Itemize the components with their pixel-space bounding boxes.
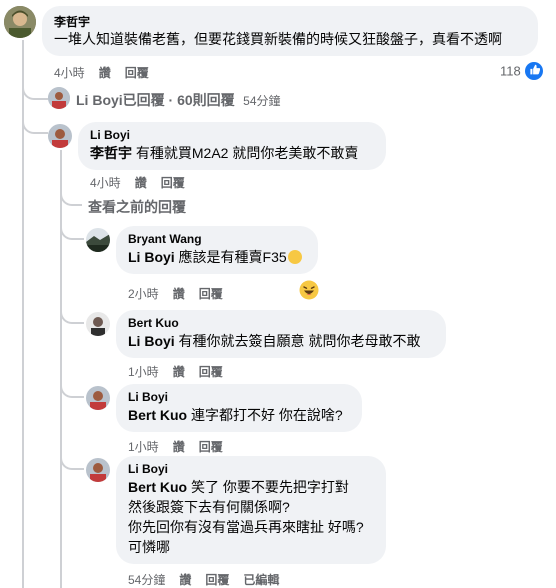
like-button[interactable]: 讚 — [99, 66, 111, 80]
comment-time[interactable]: 54分鐘 — [128, 573, 165, 587]
comment-bubble: Bryant Wang Li Boyi 應該是有種賣F35 — [116, 226, 318, 274]
comment-bubble: Li Boyi 李哲宇 有種就買M2A2 就問你老美敢不敢賣 — [78, 122, 386, 170]
thread-line-sub — [60, 150, 62, 588]
comment-meta: 54分鐘讚回覆 已編輯 — [128, 571, 293, 588]
landscape-avatar-icon — [86, 228, 110, 252]
thread-connector — [60, 188, 82, 206]
like-button[interactable]: 讚 — [173, 287, 185, 301]
comment-body: 有種就買M2A2 就問你老美敢不敢賣 — [132, 145, 359, 161]
comment-time[interactable]: 4小時 — [54, 66, 85, 80]
comment-text: Bert Kuo 笑了 你要不要先把字打對 — [128, 478, 349, 497]
reply-button[interactable]: 回覆 — [125, 66, 149, 80]
user-avatar-icon — [86, 386, 110, 410]
comment-bubble: Li Boyi Bert Kuo 連字都打不好 你在說啥? — [116, 384, 362, 432]
mention-link[interactable]: Li Boyi — [128, 333, 175, 349]
reply-button[interactable]: 回覆 — [199, 440, 223, 454]
user-avatar-icon — [86, 458, 110, 482]
comment-time[interactable]: 1小時 — [128, 440, 159, 454]
comment-body-line: 笑了 你要不要先把字打對 — [187, 479, 349, 495]
comment-body: 有種你就去簽自願意 就問你老母敢不敢 — [174, 333, 421, 349]
replies-summary-text: Li Boyi已回覆 · 60則回覆 — [76, 92, 235, 108]
user-avatar-icon — [48, 87, 70, 109]
like-button[interactable]: 讚 — [179, 573, 191, 587]
laughing-emoji-icon — [287, 250, 302, 264]
avatar[interactable] — [86, 386, 110, 410]
like-button[interactable]: 讚 — [135, 176, 147, 190]
soldier-avatar-icon — [4, 6, 36, 38]
edited-label: 已編輯 — [243, 573, 280, 587]
mention-link[interactable]: Bert Kuo — [128, 407, 187, 423]
comment-text: Li Boyi 有種你就去簽自願意 就問你老母敢不敢 — [128, 332, 420, 351]
comment-time[interactable]: 2小時 — [128, 287, 159, 301]
thread-connector — [22, 116, 48, 134]
comment-body: 連字都打不好 你在說啥? — [187, 407, 343, 423]
comment-text: Li Boyi 應該是有種賣F35 — [128, 248, 302, 267]
comment-text: 一堆人知道裝備老舊，但要花錢買新裝備的時候又狂酸盤子，真看不透啊 — [54, 31, 502, 47]
user-avatar-icon — [48, 124, 72, 148]
thread-connector — [60, 380, 84, 398]
reaction-count[interactable]: 118 — [500, 62, 544, 80]
comment-text: Bert Kuo 連字都打不好 你在說啥? — [128, 406, 343, 425]
comment-time[interactable]: 1小時 — [128, 365, 159, 379]
replies-summary-time: 54分鐘 — [243, 94, 281, 108]
avatar[interactable] — [86, 312, 110, 336]
avatar[interactable] — [86, 228, 110, 252]
reply-button[interactable]: 回覆 — [199, 287, 223, 301]
comment-author[interactable]: 李哲宇 — [54, 13, 90, 30]
view-previous-replies[interactable]: 查看之前的回覆 — [88, 197, 186, 217]
comment-author[interactable]: Li Boyi — [128, 462, 168, 476]
comment-body-line: 可憐哪 — [128, 539, 170, 555]
thread-connector — [60, 222, 84, 240]
comment-body: 應該是有種賣F35 — [174, 249, 287, 265]
comment-text: 李哲宇 有種就買M2A2 就問你老美敢不敢賣 — [90, 144, 358, 163]
comment-meta: 2小時讚回覆 — [128, 285, 237, 302]
user-avatar-icon — [86, 312, 110, 336]
mention-link[interactable]: 李哲宇 — [90, 145, 132, 161]
comment-meta: 1小時讚回覆 — [128, 363, 237, 380]
view-replies-link[interactable]: Li Boyi已回覆 · 60則回覆 54分鐘 — [76, 90, 281, 110]
avatar[interactable] — [4, 6, 36, 38]
reply-button[interactable]: 回覆 — [161, 176, 185, 190]
haha-reaction-icon[interactable] — [299, 280, 319, 300]
avatar[interactable] — [48, 124, 72, 148]
comment-author[interactable]: Li Boyi — [90, 128, 130, 142]
reaction-count-text: 118 — [500, 63, 521, 79]
thread-connector — [60, 306, 84, 324]
thread-connector — [22, 82, 48, 100]
comment-bubble: Li Boyi Bert Kuo 笑了 你要不要先把字打對 然後跟簽下去有何關係… — [116, 456, 386, 564]
comment-meta: 4小時讚回覆 — [54, 64, 163, 81]
avatar[interactable] — [86, 458, 110, 482]
like-reaction-icon — [525, 62, 544, 80]
comment-author[interactable]: Bert Kuo — [128, 316, 179, 330]
like-button[interactable]: 讚 — [173, 440, 185, 454]
comment-time[interactable]: 4小時 — [90, 176, 121, 190]
mention-link[interactable]: Bert Kuo — [128, 479, 187, 495]
comment-body-line: 你先回你有沒有當過兵再來瞎扯 好嗎? — [128, 519, 364, 535]
reply-button[interactable]: 回覆 — [199, 365, 223, 379]
comment-author[interactable]: Li Boyi — [128, 390, 168, 404]
mention-link[interactable]: Li Boyi — [128, 249, 175, 265]
comment-meta: 4小時讚回覆 — [90, 174, 199, 191]
avatar[interactable] — [48, 87, 70, 109]
like-button[interactable]: 讚 — [173, 365, 185, 379]
thread-connector — [60, 452, 84, 470]
comment-body-line: 然後跟簽下去有何關係啊? — [128, 499, 290, 515]
reply-button[interactable]: 回覆 — [205, 573, 229, 587]
comment-bubble: 李哲宇 一堆人知道裝備老舊，但要花錢買新裝備的時候又狂酸盤子，真看不透啊 — [42, 6, 538, 56]
comment-meta: 1小時讚回覆 — [128, 438, 237, 455]
comment-bubble: Bert Kuo Li Boyi 有種你就去簽自願意 就問你老母敢不敢 — [116, 310, 446, 358]
comment-author[interactable]: Bryant Wang — [128, 232, 202, 246]
